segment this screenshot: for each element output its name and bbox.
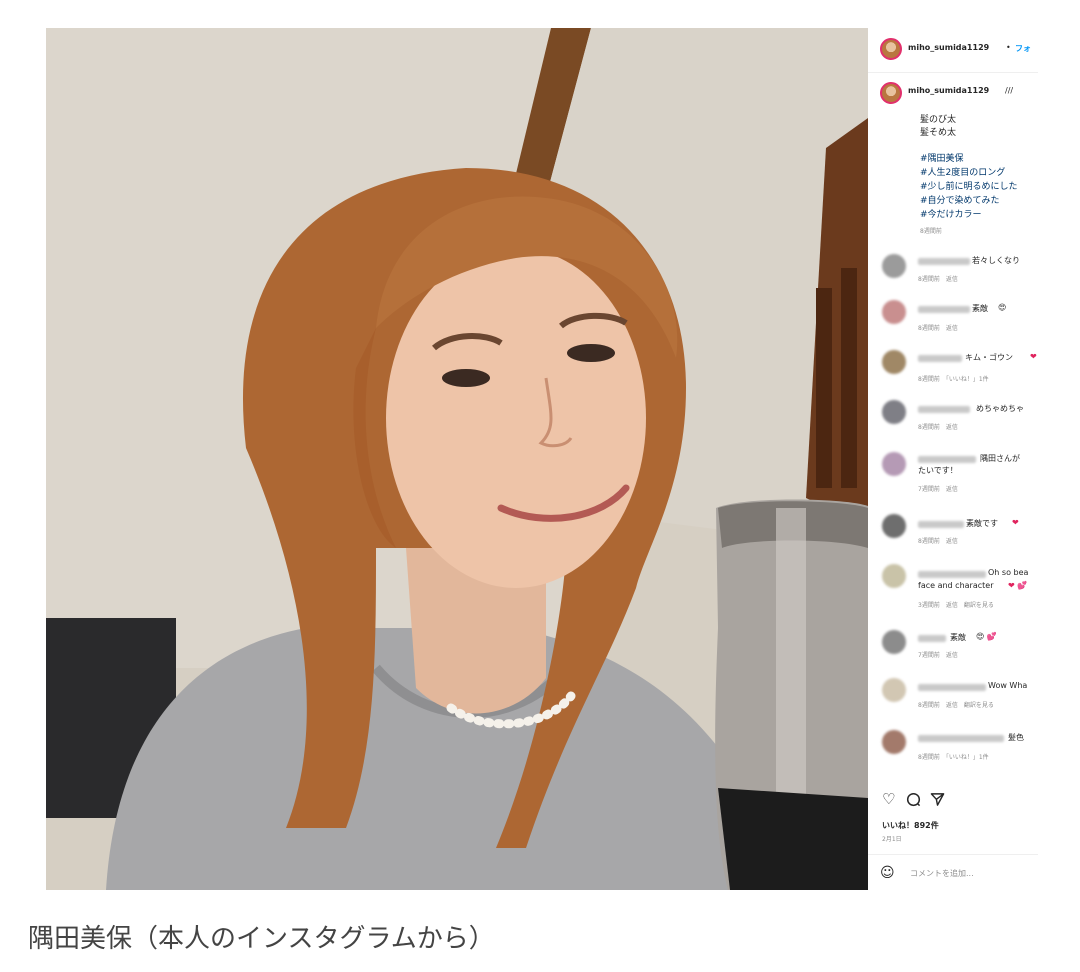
commenter-name-blurred[interactable] xyxy=(918,635,946,642)
comment-emoji: 😍 xyxy=(998,303,1007,312)
comment-meta[interactable]: 8週間前 「いいね！」1件 xyxy=(918,752,989,761)
selfie-illustration xyxy=(46,28,868,890)
header-username[interactable]: miho_sumida1129 xyxy=(908,43,989,52)
comment-text: 素敵です xyxy=(966,519,998,528)
comment-meta[interactable]: 8週間前 返信 翻訳を見る xyxy=(918,700,994,709)
comment-text: 隅田さんが xyxy=(980,454,1020,463)
commenter-name-blurred[interactable] xyxy=(918,306,970,313)
commenter-avatar[interactable] xyxy=(882,678,906,702)
caption-suffix: /// xyxy=(1005,86,1014,95)
post-photo xyxy=(46,28,868,890)
commenter-avatar[interactable] xyxy=(882,400,906,424)
comment-emoji: ❤ xyxy=(1030,352,1037,361)
smiley-icon[interactable]: ☺ xyxy=(880,865,895,881)
commenter-avatar[interactable] xyxy=(882,564,906,588)
hashtag-link[interactable]: #少し前に明るめにした xyxy=(920,179,1018,192)
comment-emoji: 😍 💕 xyxy=(976,632,997,641)
commenter-name-blurred[interactable] xyxy=(918,521,964,528)
caption-line: 髪そめ太 xyxy=(920,128,957,138)
photo-caption: 隅田美保（本人のインスタグラムから） xyxy=(28,924,495,954)
hashtag-link[interactable]: #自分で染めてみた xyxy=(920,193,1000,206)
comment-meta[interactable]: 8週間前 返信 xyxy=(918,536,958,545)
caption-timestamp: 8週間前 xyxy=(920,228,942,235)
post-header: miho_sumida1129 • フォ xyxy=(868,28,1038,73)
commenter-avatar[interactable] xyxy=(882,514,906,538)
comment-box: ☺ コメントを追加... xyxy=(868,854,1038,890)
comment-text-line2: たいです！ xyxy=(918,466,958,475)
post-actions: ♡ xyxy=(882,790,1032,808)
comment-meta[interactable]: 8週間前 返信 xyxy=(918,323,958,332)
commenter-name-blurred[interactable] xyxy=(918,735,1004,742)
hashtag-link[interactable]: #人生2度目のロング xyxy=(920,165,1005,178)
post-date: 2月1日 xyxy=(882,836,902,843)
comment-text: キム・ゴウン xyxy=(965,353,1013,362)
comment-text: 若々しくなり xyxy=(972,256,1020,265)
comment-input[interactable]: コメントを追加... xyxy=(910,868,974,879)
caption-avatar[interactable] xyxy=(880,82,902,104)
comment-text-line2: face and character xyxy=(918,581,994,590)
avatar[interactable] xyxy=(880,38,902,60)
commenter-avatar[interactable] xyxy=(882,630,906,654)
comment-emoji: ❤ 💕 xyxy=(1008,581,1028,590)
comment-text: 髪色 xyxy=(1008,733,1024,742)
hashtag-link[interactable]: #隅田美保 xyxy=(920,151,964,164)
commenter-name-blurred[interactable] xyxy=(918,684,986,691)
comment-text: Wow Wha xyxy=(988,681,1028,690)
comment-text: めちゃめちゃ xyxy=(976,404,1024,413)
comment-meta[interactable]: 7週間前 返信 xyxy=(918,484,958,493)
hashtag-link[interactable]: #今だけカラー xyxy=(920,207,982,220)
caption-line: 髪のび太 xyxy=(920,115,957,125)
instagram-side-panel: miho_sumida1129 • フォ miho_sumida1129 ///… xyxy=(868,28,1038,890)
commenter-name-blurred[interactable] xyxy=(918,406,970,413)
comment-emoji: ❤ xyxy=(1012,518,1019,527)
follow-separator: • xyxy=(1006,43,1011,52)
comment-text: 素敵 xyxy=(950,633,966,642)
comment-icon[interactable] xyxy=(906,790,921,808)
commenter-name-blurred[interactable] xyxy=(918,571,986,578)
commenter-avatar[interactable] xyxy=(882,254,906,278)
comment-meta[interactable]: 3週間前 返信 翻訳を見る xyxy=(918,600,994,609)
comment-meta[interactable]: 8週間前 「いいね！」1件 xyxy=(918,374,989,383)
comment-meta[interactable]: 8週間前 返信 xyxy=(918,274,958,283)
commenter-avatar[interactable] xyxy=(882,452,906,476)
commenter-avatar[interactable] xyxy=(882,730,906,754)
commenter-name-blurred[interactable] xyxy=(918,355,962,362)
commenter-name-blurred[interactable] xyxy=(918,456,976,463)
commenter-avatar[interactable] xyxy=(882,300,906,324)
comment-text: 素敵 xyxy=(972,304,988,313)
comment-meta[interactable]: 8週間前 返信 xyxy=(918,422,958,431)
caption-username[interactable]: miho_sumida1129 xyxy=(908,86,989,95)
follow-button[interactable]: フォ xyxy=(1015,43,1031,54)
commenter-avatar[interactable] xyxy=(882,350,906,374)
likes-count[interactable]: いいね！892件 xyxy=(882,820,939,831)
comment-meta[interactable]: 7週間前 返信 xyxy=(918,650,958,659)
share-icon[interactable] xyxy=(930,790,945,808)
commenter-name-blurred[interactable] xyxy=(918,258,970,265)
heart-icon[interactable]: ♡ xyxy=(882,790,895,808)
comment-text: Oh so bea xyxy=(988,568,1029,577)
